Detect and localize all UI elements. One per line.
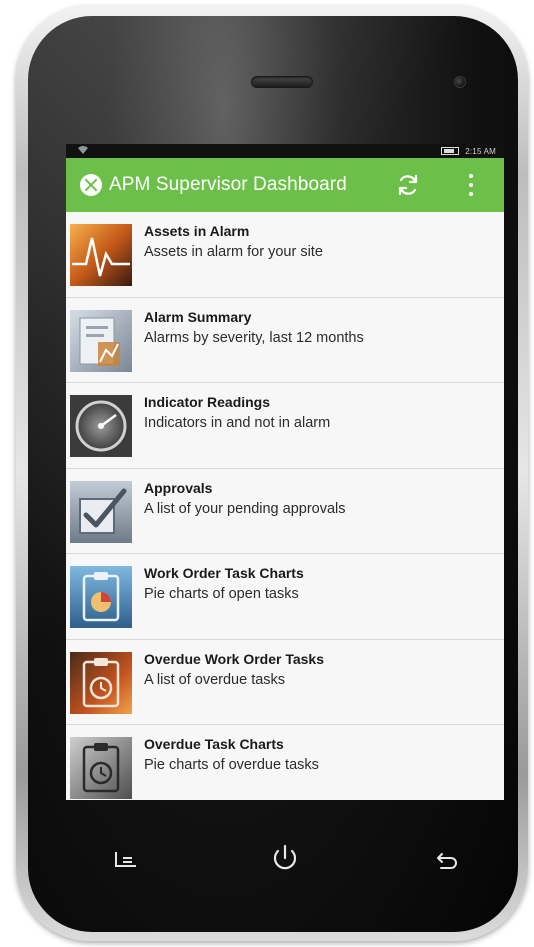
overflow-menu-button[interactable] xyxy=(464,171,478,199)
clipboard-clock-icon xyxy=(70,651,132,714)
front-camera xyxy=(454,76,466,88)
gauge-icon xyxy=(70,395,132,457)
menu-item-subtitle: Assets in alarm for your site xyxy=(144,244,323,260)
menu-item-title: Assets in Alarm xyxy=(144,223,250,239)
earpiece-speaker xyxy=(251,76,313,88)
menu-item-title: Overdue Work Order Tasks xyxy=(144,650,324,667)
refresh-icon xyxy=(398,174,418,196)
power-icon xyxy=(273,844,297,870)
menu-item-subtitle: Pie charts of open tasks xyxy=(144,586,299,602)
overflow-dot xyxy=(469,183,473,187)
checkbox-approval-icon xyxy=(70,480,132,543)
menu-item-overdue-work-order-tasks[interactable]: Overdue Work Order Tasks A list of overd… xyxy=(66,639,504,725)
menu-key-icon xyxy=(115,852,136,867)
menu-item-title: Overdue Task Charts xyxy=(144,736,284,752)
clipboard-pie-icon xyxy=(70,566,132,628)
summary-document-icon xyxy=(70,309,132,372)
menu-item-work-order-task-charts[interactable]: Work Order Task Charts Pie charts of ope… xyxy=(66,554,504,640)
menu-item-subtitle: Pie charts of overdue tasks xyxy=(144,757,319,773)
status-bar: 2:15 AM xyxy=(66,144,504,158)
back-icon xyxy=(437,853,457,869)
menu-item-approvals[interactable]: Approvals A list of your pending approva… xyxy=(66,468,504,554)
overflow-dot xyxy=(469,192,473,196)
pulse-chart-icon xyxy=(70,224,132,286)
phone-screen: 2:15 AM APM Supervisor Dashboard Assets … xyxy=(66,144,504,800)
menu-item-subtitle: Indicators in and not in alarm xyxy=(144,415,331,431)
menu-item-title: Approvals xyxy=(144,479,213,496)
menu-item-subtitle: Alarms by severity, last 12 months xyxy=(144,329,364,346)
menu-item-alarm-summary[interactable]: Alarm Summary Alarms by severity, last 1… xyxy=(66,297,504,383)
overflow-menu-icon xyxy=(469,174,473,178)
battery-icon xyxy=(441,147,460,155)
refresh-button[interactable] xyxy=(394,171,422,199)
menu-item-assets-in-alarm[interactable]: Assets in Alarm Assets in alarm for your… xyxy=(66,212,504,298)
menu-item-subtitle: A list of your pending approvals xyxy=(144,500,346,517)
dashboard-menu-list: Assets in Alarm Assets in alarm for your… xyxy=(66,212,504,800)
menu-key-button[interactable] xyxy=(106,838,146,878)
back-button[interactable] xyxy=(425,838,465,878)
wifi-icon xyxy=(78,146,88,156)
clipboard-clock-chart-icon xyxy=(70,737,132,799)
status-time: 2:15 AM xyxy=(465,146,496,156)
power-button[interactable] xyxy=(265,838,305,878)
menu-item-overdue-task-charts[interactable]: Overdue Task Charts Pie charts of overdu… xyxy=(66,725,504,800)
app-bar: APM Supervisor Dashboard xyxy=(66,158,504,212)
menu-item-subtitle: A list of overdue tasks xyxy=(144,671,286,688)
app-title: APM Supervisor Dashboard xyxy=(109,174,347,195)
apm-logo-icon xyxy=(80,174,102,196)
menu-item-title: Indicator Readings xyxy=(144,394,271,410)
menu-item-title: Alarm Summary xyxy=(144,308,252,325)
menu-item-indicator-readings[interactable]: Indicator Readings Indicators in and not… xyxy=(66,383,504,469)
menu-item-title: Work Order Task Charts xyxy=(144,565,304,581)
